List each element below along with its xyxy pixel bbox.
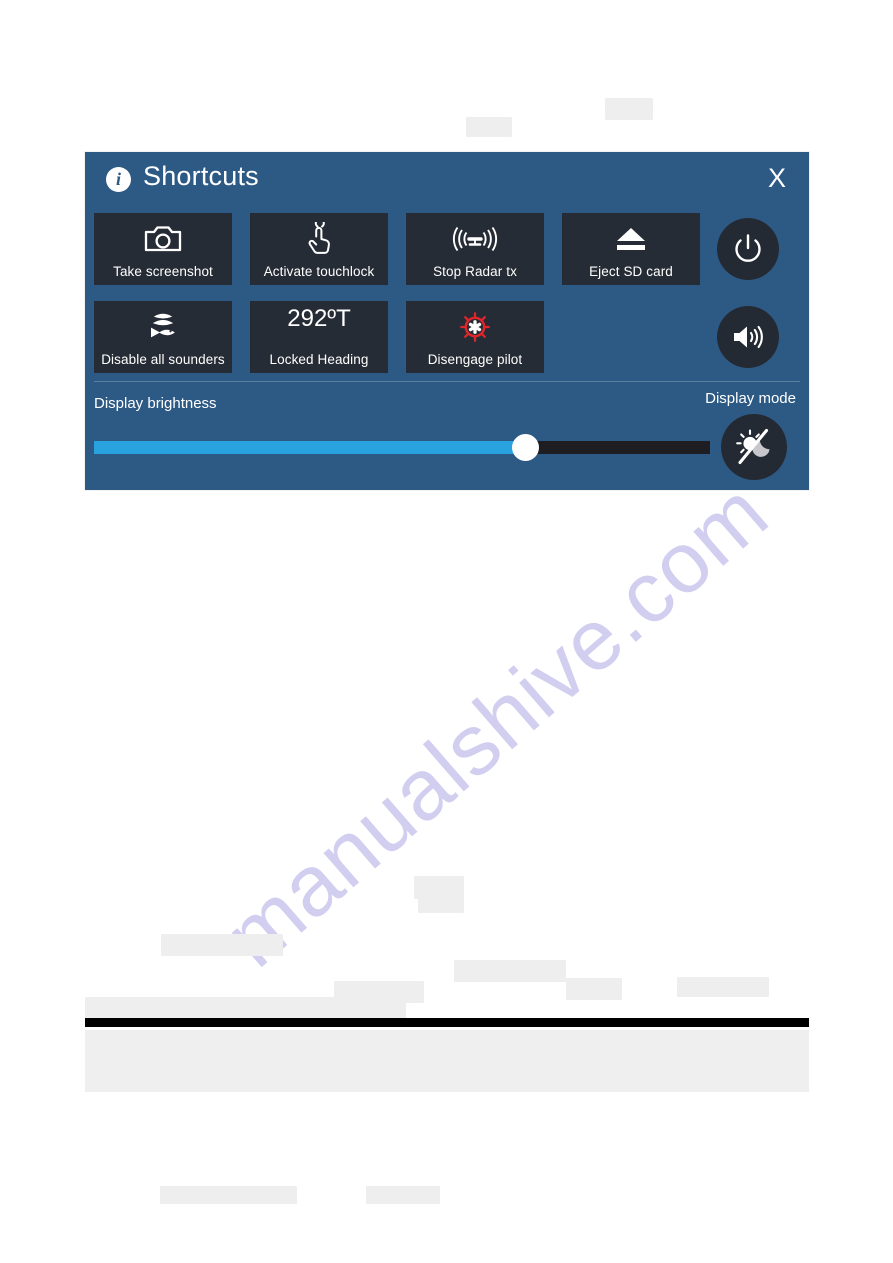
- tile-take-screenshot[interactable]: Take screenshot: [94, 213, 232, 285]
- tile-label: Stop Radar tx: [433, 264, 517, 279]
- section-rule: [85, 1018, 809, 1027]
- redacted-paragraph-block: [85, 1030, 809, 1092]
- redacted-text-block: [161, 934, 283, 956]
- tile-label: Take screenshot: [113, 264, 213, 279]
- redacted-text-block: [85, 997, 406, 1019]
- close-button[interactable]: X: [761, 162, 793, 194]
- power-button[interactable]: [717, 218, 779, 280]
- page-watermark: manualshive.com: [206, 463, 787, 986]
- locked-heading-value: 292ºT: [287, 305, 351, 332]
- redacted-text-block: [160, 1186, 297, 1204]
- tile-activate-touchlock[interactable]: Activate touchlock: [250, 213, 388, 285]
- ships-wheel-icon: [406, 307, 544, 347]
- touch-hand-icon: [250, 219, 388, 259]
- section-divider: [94, 381, 800, 382]
- redacted-text-block: [605, 98, 653, 120]
- dialog-header: i Shortcuts X: [85, 152, 809, 206]
- fish-sonar-icon: [94, 307, 232, 347]
- power-icon: [735, 234, 761, 262]
- redacted-text-block: [418, 892, 464, 913]
- brightness-slider-fill: [94, 441, 526, 454]
- redacted-text-block: [677, 977, 769, 997]
- brightness-label: Display brightness: [94, 395, 217, 412]
- tile-label: Disable all sounders: [101, 352, 225, 367]
- tile-stop-radar-tx[interactable]: Stop Radar tx: [406, 213, 544, 285]
- tile-label: Activate touchlock: [263, 264, 375, 279]
- brightness-slider-thumb[interactable]: [511, 434, 539, 461]
- brightness-slider[interactable]: [94, 434, 710, 461]
- tile-label: Disengage pilot: [427, 352, 523, 367]
- day-night-icon: [736, 428, 770, 465]
- redacted-text-block: [366, 1186, 440, 1204]
- page-title: Shortcuts: [143, 161, 259, 191]
- tile-disengage-pilot[interactable]: Disengage pilot: [406, 301, 544, 373]
- tile-label: Locked Heading: [269, 352, 369, 367]
- volume-icon: [734, 325, 763, 349]
- redacted-text-block: [454, 960, 566, 982]
- info-icon: i: [106, 167, 131, 192]
- shortcuts-dialog: i Shortcuts X Take screenshot Activate t…: [85, 152, 809, 490]
- tile-locked-heading[interactable]: 292ºT Locked Heading: [250, 301, 388, 373]
- tile-eject-sd-card[interactable]: Eject SD card: [562, 213, 700, 285]
- redacted-text-block: [566, 978, 622, 1000]
- camera-icon: [94, 219, 232, 259]
- tile-label: Eject SD card: [589, 264, 673, 279]
- eject-icon: [562, 219, 700, 259]
- volume-button[interactable]: [717, 306, 779, 368]
- redacted-text-block: [466, 117, 512, 137]
- display-mode-button[interactable]: [721, 414, 787, 480]
- tile-disable-all-sounders[interactable]: Disable all sounders: [94, 301, 232, 373]
- display-mode-label: Display mode: [705, 390, 796, 407]
- radar-antenna-icon: [406, 219, 544, 259]
